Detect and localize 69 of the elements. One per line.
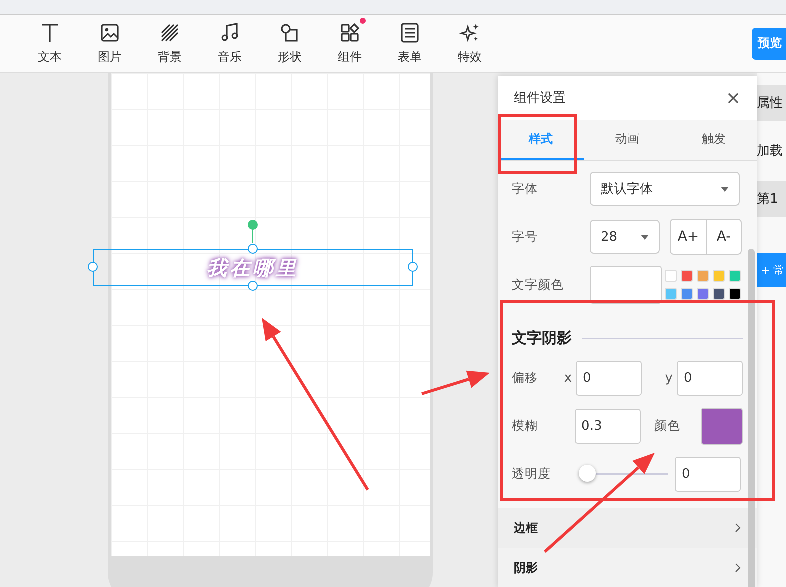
tab[interactable]: 动画 xyxy=(584,120,671,160)
axis-label: x xyxy=(564,370,572,386)
field-label: 字体 xyxy=(512,180,539,198)
chevron-icon xyxy=(735,563,741,573)
sparkle-icon xyxy=(459,22,481,44)
offset-y-field[interactable]: 0 xyxy=(677,360,743,396)
toolbar-button[interactable]: 文本 xyxy=(20,22,80,66)
toolbar-button[interactable]: 图片 xyxy=(80,22,140,66)
close-button[interactable]: × xyxy=(726,88,741,108)
color-swatch[interactable] xyxy=(697,270,709,282)
toolbar-button[interactable]: 背景 xyxy=(140,22,200,66)
caret-icon xyxy=(721,186,729,192)
resize-handle[interactable] xyxy=(248,281,258,291)
field-label: 模糊 xyxy=(512,418,539,434)
size-dropdown[interactable]: 28 xyxy=(590,220,660,254)
field-label: 字号 xyxy=(512,228,539,246)
scrollbar[interactable] xyxy=(748,249,755,587)
collapsible-section[interactable]: 边框 xyxy=(498,508,757,548)
resize-handle[interactable] xyxy=(88,262,98,272)
color-swatch[interactable] xyxy=(681,270,693,282)
increase-size-button[interactable]: A+ xyxy=(671,220,706,254)
panel-title: 组件设置 xyxy=(514,90,566,107)
annotation-arrow xyxy=(422,370,490,396)
toolbar-button[interactable]: 表单 xyxy=(380,22,440,66)
color-swatch[interactable] xyxy=(665,270,677,282)
color-swatch[interactable] xyxy=(697,288,709,300)
field-label: 透明度 xyxy=(512,466,552,482)
shadow-text: 我在哪里 xyxy=(205,256,300,278)
toolbar-button[interactable]: 特效 xyxy=(440,22,500,66)
shape-icon xyxy=(279,22,301,44)
axis-label: y xyxy=(665,370,673,386)
side-item[interactable]: 属性 xyxy=(757,85,786,121)
selection-frame[interactable] xyxy=(93,249,413,286)
music-icon xyxy=(219,22,241,44)
color-swatch[interactable] xyxy=(729,288,741,300)
shadow-color-swatch[interactable] xyxy=(700,408,743,444)
toolbar-button[interactable]: 形状 xyxy=(260,22,320,66)
chevron-icon xyxy=(735,523,741,533)
side-item[interactable]: 加载 xyxy=(757,133,786,169)
rotate-handle[interactable] xyxy=(248,220,258,245)
grid-icon xyxy=(339,22,361,44)
text-icon xyxy=(39,22,61,44)
image-icon xyxy=(99,22,121,44)
list-icon xyxy=(399,22,421,44)
decrease-size-button[interactable]: A- xyxy=(706,220,741,254)
stripes-icon xyxy=(159,22,181,44)
color-swatch[interactable] xyxy=(713,270,725,282)
side-item[interactable]: 第1 xyxy=(757,181,786,217)
toolbar-button[interactable]: 音乐 xyxy=(200,22,260,66)
field-label: 偏移 xyxy=(512,370,539,386)
opacity-field[interactable]: 0 xyxy=(675,456,741,492)
color-swatch[interactable] xyxy=(681,288,693,300)
slider-thumb[interactable] xyxy=(579,465,596,482)
color-swatch[interactable] xyxy=(713,288,725,300)
color-field[interactable] xyxy=(590,266,662,304)
resize-handle[interactable] xyxy=(408,262,418,272)
font-dropdown[interactable]: 默认字体 xyxy=(590,172,740,206)
tab[interactable]: 触发 xyxy=(670,120,757,160)
color-swatch[interactable] xyxy=(729,270,741,282)
field-label: 文字颜色 xyxy=(512,276,565,294)
blur-field[interactable]: 0.3 xyxy=(574,408,641,444)
caret-icon xyxy=(641,234,649,240)
toolbar-button[interactable]: 组件 xyxy=(320,22,380,66)
field-label: 颜色 xyxy=(654,418,682,434)
color-swatch[interactable] xyxy=(665,288,677,300)
collapsible-section[interactable]: 阴影 xyxy=(498,548,757,587)
section-heading: 文字阴影 xyxy=(512,329,572,348)
offset-x-field[interactable]: 0 xyxy=(576,360,642,396)
resize-handle[interactable] xyxy=(248,244,258,254)
